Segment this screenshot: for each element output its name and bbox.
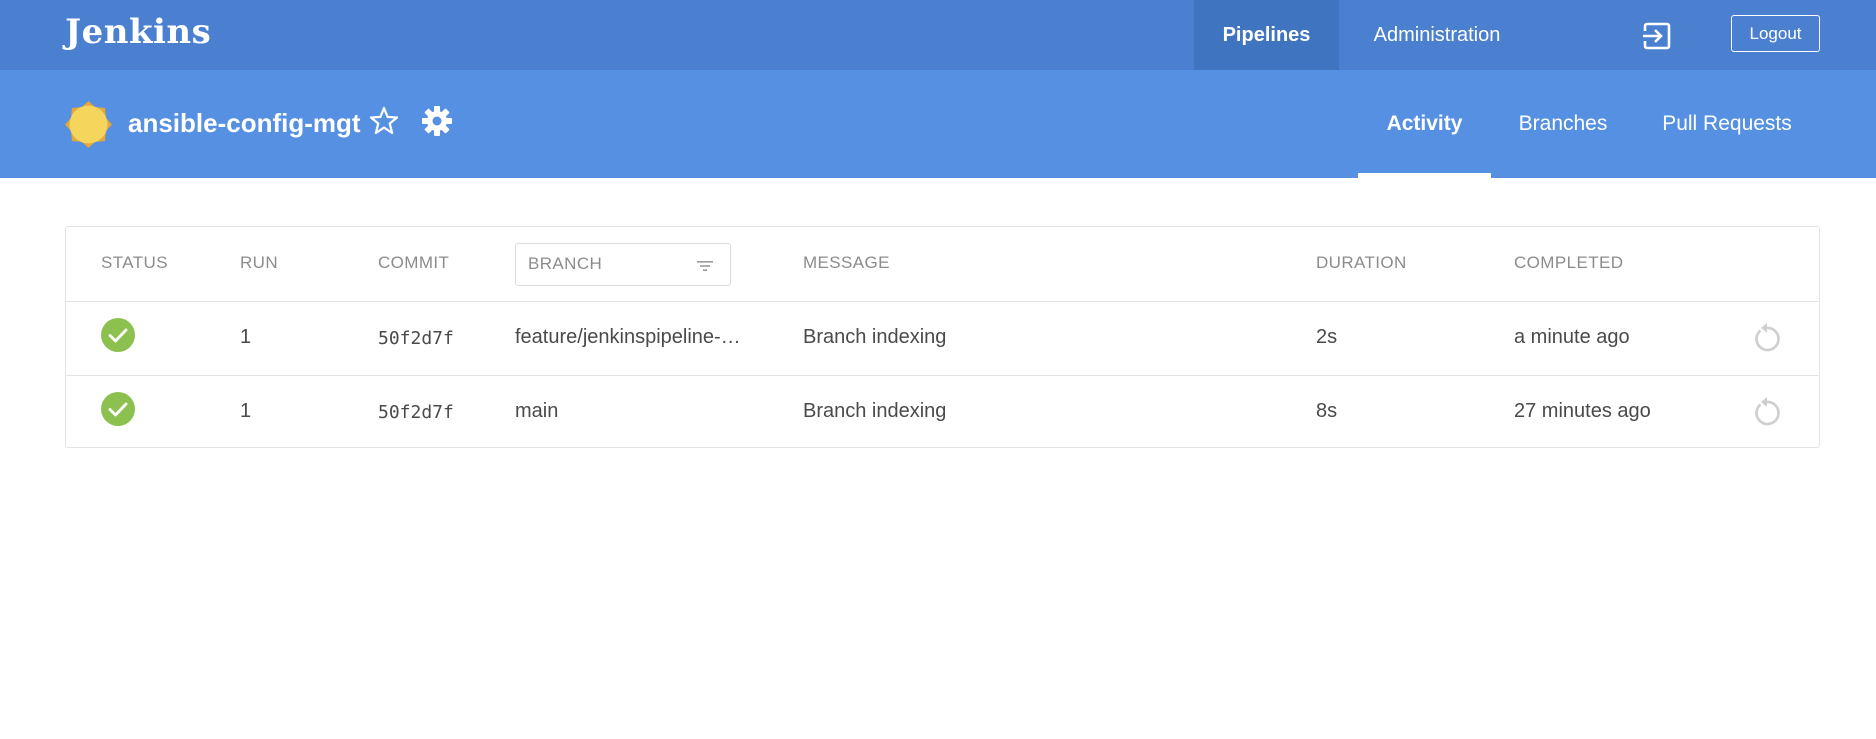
success-check-icon [101, 318, 135, 352]
top-nav: Pipelines Administration [1194, 0, 1535, 70]
gear-icon[interactable] [421, 105, 453, 137]
star-icon[interactable] [369, 106, 399, 136]
nav-administration[interactable]: Administration [1339, 0, 1535, 70]
tab-branches[interactable]: Branches [1491, 70, 1635, 178]
run-number: 1 [240, 326, 252, 348]
run-number: 1 [240, 400, 252, 422]
branch-filter-input[interactable]: BRANCH [515, 243, 731, 286]
header-completed: COMPLETED [1514, 253, 1624, 272]
logout-button[interactable]: Logout [1731, 15, 1820, 52]
tab-pull-requests[interactable]: Pull Requests [1635, 70, 1819, 178]
table-header: STATUS RUN COMMIT BRANCH MESSAGE DURATIO… [66, 227, 1819, 302]
commit-hash[interactable]: 50f2d7f [378, 402, 454, 423]
branch-name: main [515, 400, 559, 422]
replay-icon[interactable] [1751, 396, 1783, 428]
top-navigation-bar: Jenkins Pipelines Administration Logout [0, 0, 1876, 70]
tab-activity[interactable]: Activity [1358, 70, 1491, 178]
table-row[interactable]: 1 50f2d7f feature/jenkinspipeline-… Bran… [66, 302, 1819, 376]
filter-icon[interactable] [696, 258, 714, 274]
header-branch: BRANCH [528, 254, 603, 273]
table-row[interactable]: 1 50f2d7f main Branch indexing 8s 27 min… [66, 376, 1819, 450]
jenkins-logo[interactable]: Jenkins [65, 12, 211, 52]
header-message: MESSAGE [803, 253, 890, 272]
header-run: RUN [240, 253, 279, 272]
header-status: STATUS [101, 253, 168, 272]
pipeline-title[interactable]: ansible-config-mgt [128, 108, 361, 139]
replay-icon[interactable] [1751, 322, 1783, 354]
run-message: Branch indexing [803, 326, 947, 348]
pipeline-tabs: Activity Branches Pull Requests [1358, 70, 1819, 178]
run-duration: 2s [1316, 326, 1338, 348]
success-check-icon [101, 392, 135, 426]
header-duration: DURATION [1316, 253, 1407, 272]
sunny-weather-icon [65, 101, 112, 148]
login-arrow-icon[interactable] [1642, 21, 1672, 51]
run-completed: 27 minutes ago [1514, 400, 1651, 422]
run-duration: 8s [1316, 400, 1338, 422]
run-message: Branch indexing [803, 400, 947, 422]
activity-table: STATUS RUN COMMIT BRANCH MESSAGE DURATIO… [65, 226, 1820, 448]
pipeline-header: ansible-config-mgt Activity Branches Pul… [0, 70, 1876, 178]
header-commit: COMMIT [378, 253, 450, 272]
branch-name: feature/jenkinspipeline-… [515, 326, 741, 348]
commit-hash[interactable]: 50f2d7f [378, 328, 454, 349]
run-completed: a minute ago [1514, 326, 1630, 348]
nav-pipelines[interactable]: Pipelines [1194, 0, 1339, 70]
